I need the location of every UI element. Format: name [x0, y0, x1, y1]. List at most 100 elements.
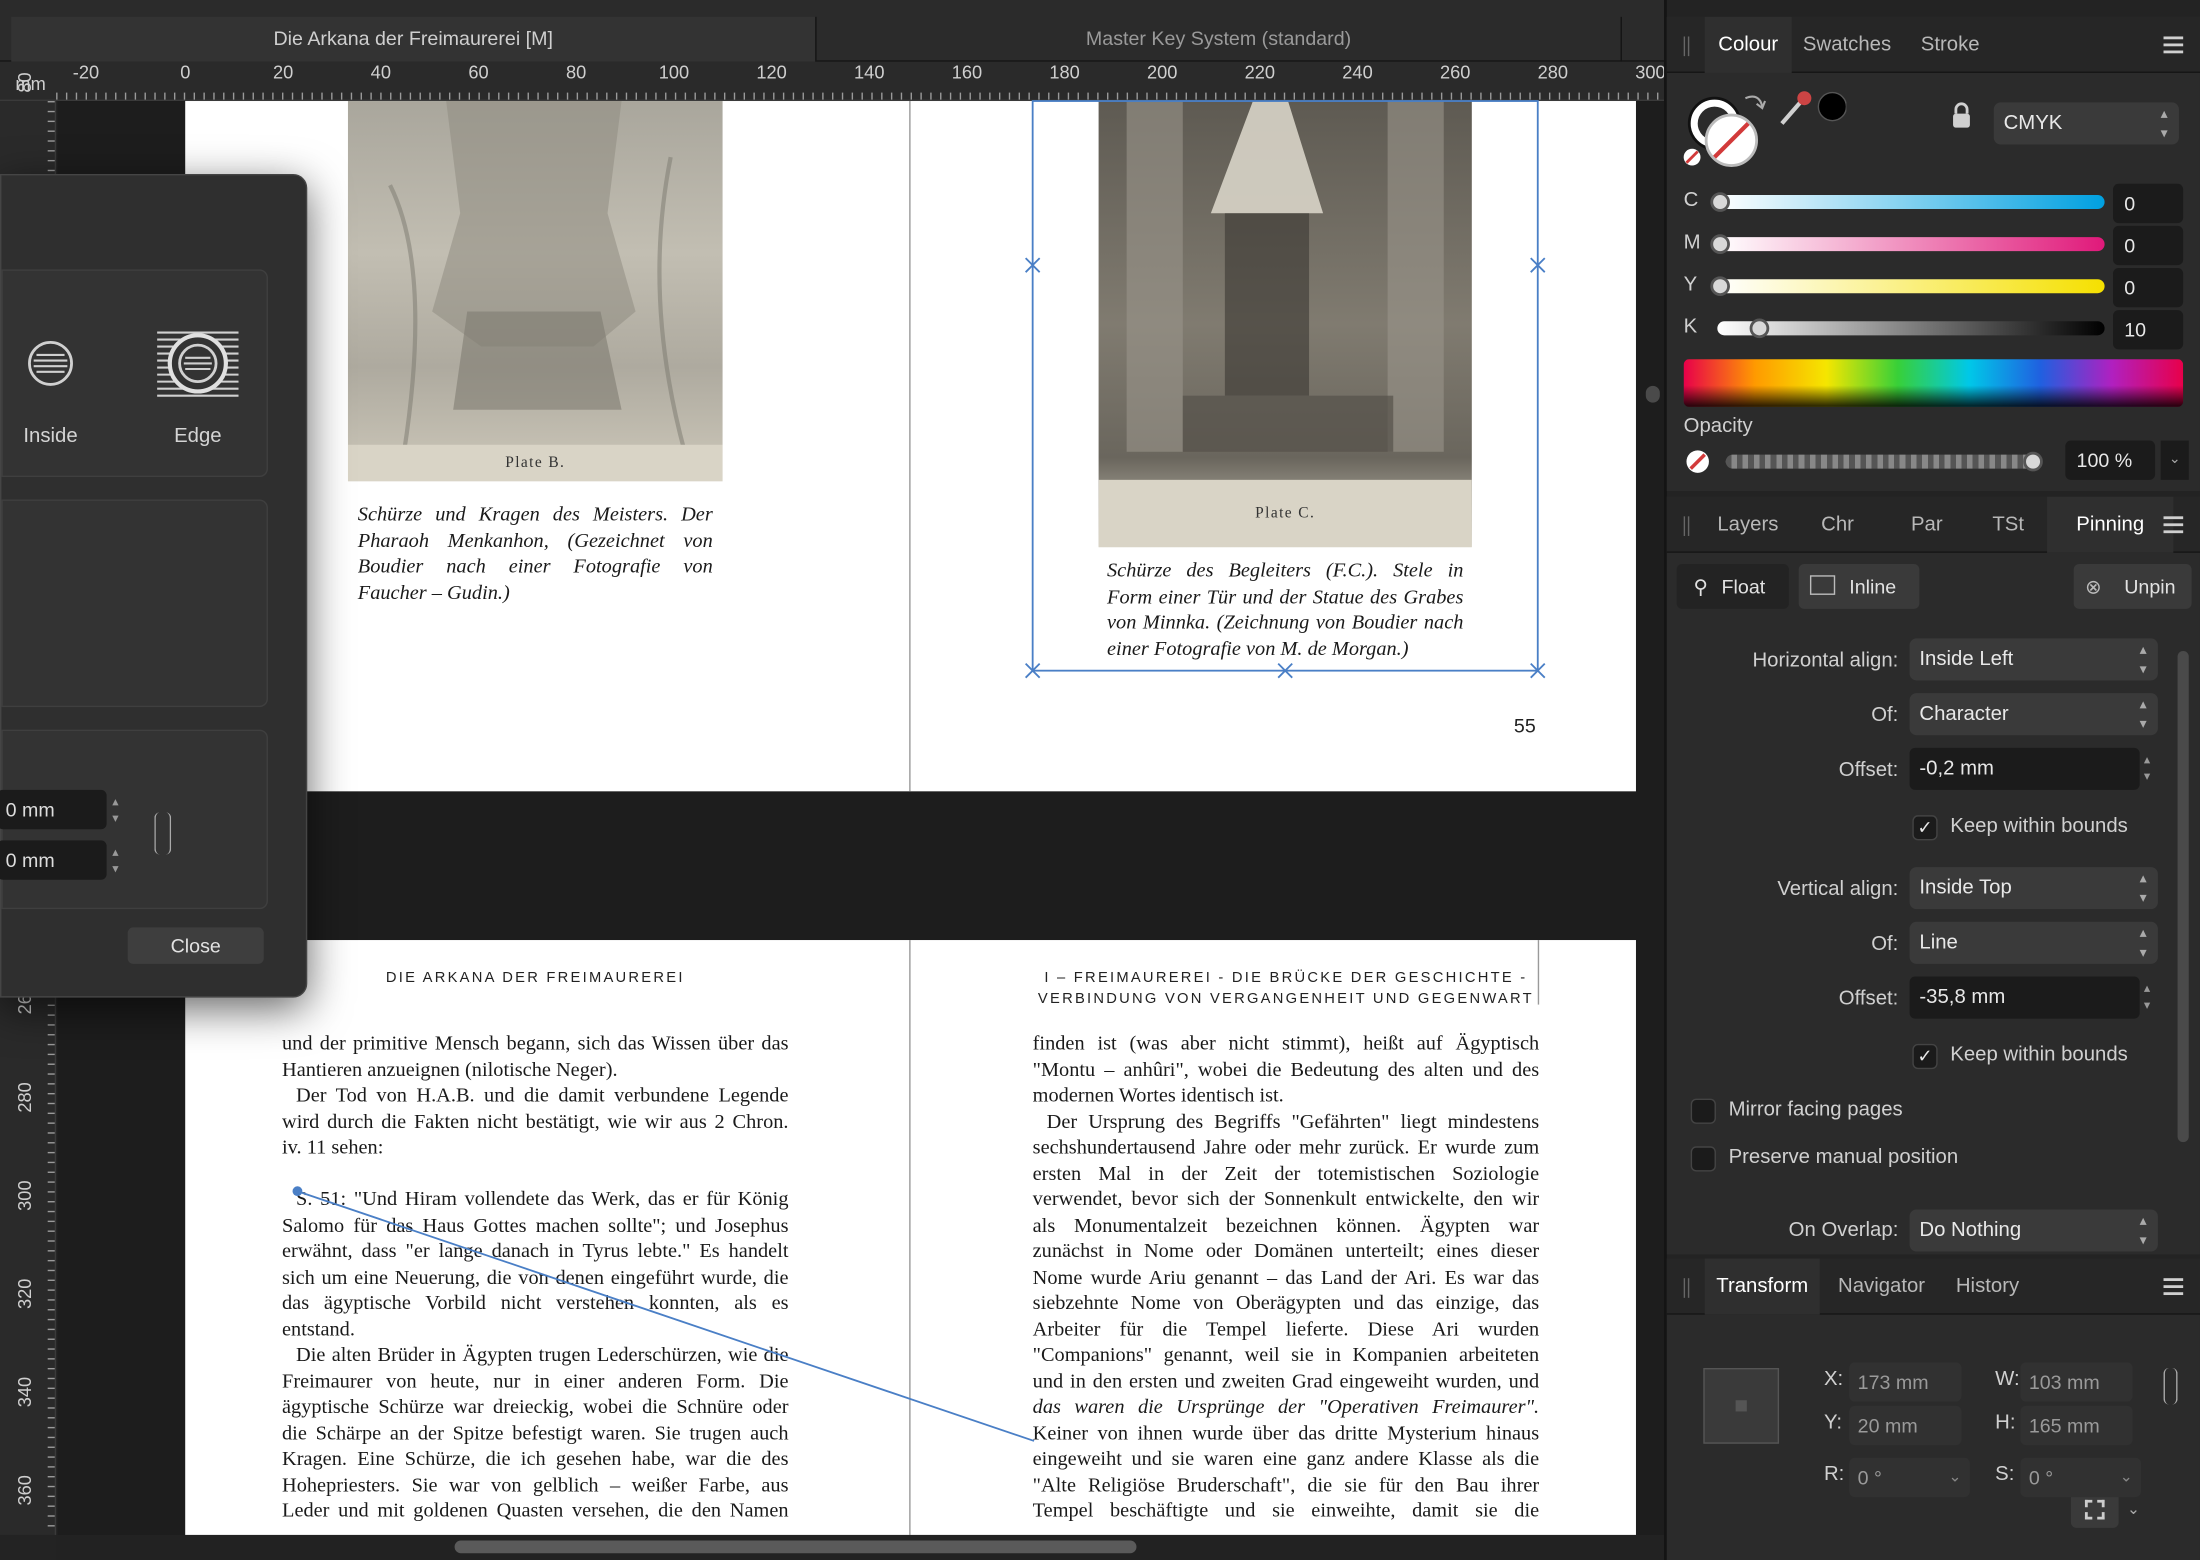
- doc-tab-master-key[interactable]: Master Key System (standard): [817, 16, 1622, 62]
- pinning-vertical-select[interactable]: Inside Top ▴ ▾: [1909, 867, 2158, 910]
- tab-navigator[interactable]: Navigator: [1838, 1259, 1925, 1315]
- horizontal-ruler[interactable]: mm -20 0 20 40 60 80 100 120 140 160 180 200 220 240 2…: [0, 61, 1666, 102]
- pinning-row-label: Of:: [1871, 933, 1899, 956]
- ruler-tick: [331, 92, 333, 100]
- transform-panel-tabs: Transform Navigator History: [1666, 1258, 2200, 1315]
- horizontal-scrollbar-thumb[interactable]: [454, 1540, 1137, 1554]
- tab-tst[interactable]: TSt: [1992, 497, 2024, 553]
- ruler-tick-label: 120: [756, 61, 787, 83]
- ruler-tick: [1057, 92, 1060, 100]
- close-button[interactable]: Close: [127, 927, 264, 964]
- keep-within-bounds-checkbox[interactable]: ✓: [1912, 1043, 1938, 1070]
- pinning-scrollbar[interactable]: [2177, 651, 2189, 1143]
- horizontal-scrollbar-track[interactable]: [56, 1534, 1665, 1560]
- channel-slider-knob[interactable]: [1749, 318, 1769, 339]
- pinning-offset-input[interactable]: -35,8 mm: [1909, 976, 2140, 1019]
- ruler-tick: [1637, 92, 1639, 100]
- channel-slider-knob[interactable]: [1710, 192, 1730, 212]
- stepper-icon[interactable]: ▴ ▾: [2144, 751, 2161, 785]
- ruler-tick-label: 340: [14, 1376, 36, 1408]
- channel-slider-knob[interactable]: [1710, 234, 1730, 254]
- colour-model-select[interactable]: CMYK ▴ ▾: [1993, 102, 2179, 145]
- panel-grip-icon[interactable]: [1683, 516, 1690, 536]
- transform-field-w[interactable]: 103 mm: [2020, 1362, 2133, 1402]
- channel-value-c[interactable]: 0: [2113, 183, 2184, 224]
- pinning-offset-input[interactable]: -0,2 mm: [1909, 747, 2140, 790]
- opacity-slider-knob[interactable]: [2023, 451, 2043, 472]
- channel-slider-knob[interactable]: [1710, 276, 1730, 297]
- panel-grip-icon[interactable]: [1683, 1278, 1690, 1298]
- selection-bounding-box[interactable]: [1024, 100, 1546, 679]
- opacity-none-icon[interactable]: [1686, 450, 1709, 473]
- pinning-vertical-select[interactable]: Line ▴ ▾: [1909, 921, 2158, 964]
- ruler-tick: [47, 1318, 55, 1321]
- channel-value-m[interactable]: 0: [2113, 225, 2184, 266]
- transform-field-s[interactable]: 0 ° ⌄: [2020, 1457, 2142, 1498]
- pinning-horizontal-select[interactable]: Inside Left ▴ ▾: [1909, 638, 2158, 681]
- panel-splitter-handle[interactable]: [1645, 385, 1660, 403]
- colour-spectrum[interactable]: [1683, 359, 2184, 407]
- plate-b-caption[interactable]: Schürze und Kragen des Meisters. Der Pha…: [358, 502, 713, 606]
- keep-within-bounds-checkbox[interactable]: ✓: [1912, 815, 1938, 841]
- stepper-1-icon[interactable]: ▴ ▾: [112, 793, 118, 827]
- on-overlap-label: On Overlap:: [1788, 1219, 1899, 1242]
- anchor-point-selector[interactable]: [1703, 1367, 1780, 1444]
- link-dimensions-icon[interactable]: [154, 812, 172, 855]
- tab-history[interactable]: History: [1956, 1259, 2019, 1315]
- panel-menu-icon[interactable]: [2163, 516, 2184, 534]
- link-wh-icon[interactable]: [2163, 1367, 2178, 1405]
- stroke-width-field[interactable]: 0 mm: [0, 789, 107, 830]
- opacity-dropdown-icon[interactable]: ⌄: [2160, 440, 2189, 480]
- tab-chr[interactable]: Chr: [1821, 497, 1854, 553]
- ruler-tick: [419, 92, 421, 100]
- ruler-tick: [47, 1269, 55, 1272]
- channel-value-y[interactable]: 0: [2113, 267, 2184, 308]
- inline-mode-button[interactable]: Inline: [1798, 564, 1920, 609]
- tab-pinning[interactable]: Pinning: [2047, 496, 2174, 553]
- ruler-tick: [47, 1259, 55, 1262]
- tab-transform[interactable]: Transform: [1704, 1258, 1820, 1315]
- transform-field-y[interactable]: 20 mm: [1849, 1405, 1962, 1446]
- float-mode-button[interactable]: ⚲ Float: [1676, 564, 1789, 609]
- ruler-tick: [1028, 92, 1030, 100]
- stepper-icon[interactable]: ▴ ▾: [2144, 979, 2161, 1013]
- stroke-edge-option[interactable]: [154, 324, 241, 408]
- transform-field-r[interactable]: 0 ° ⌄: [1849, 1457, 1970, 1498]
- plate-b-image[interactable]: Plate B.: [347, 101, 723, 482]
- colour-picker-icon[interactable]: [1776, 87, 1847, 129]
- stepper-2-icon[interactable]: ▴ ▾: [112, 843, 118, 877]
- transform-label-x: X:: [1823, 1367, 1844, 1391]
- tab-layers[interactable]: Layers: [1717, 497, 1778, 553]
- preserve-manual-position-checkbox[interactable]: [1690, 1146, 1716, 1172]
- ruler-tick: [203, 92, 205, 100]
- channel-slider-k[interactable]: [1717, 318, 2105, 339]
- panel-menu-icon[interactable]: [2163, 36, 2184, 54]
- ruler-tick: [95, 92, 97, 100]
- unpin-button[interactable]: ⊗ Unpin: [2073, 564, 2192, 609]
- lock-icon[interactable]: [1950, 101, 1972, 129]
- ruler-tick: [134, 92, 137, 100]
- stroke-size-group: 0 mm ▴ ▾ 0 mm ▴ ▾: [0, 729, 268, 910]
- panel-menu-icon[interactable]: [2163, 1278, 2184, 1296]
- opacity-value[interactable]: 100 %: [2065, 440, 2156, 480]
- tab-stroke[interactable]: Stroke: [1921, 17, 1980, 73]
- channel-value-k[interactable]: 10: [2113, 310, 2184, 350]
- panel-grip-icon[interactable]: [1683, 36, 1690, 57]
- channel-slider-c[interactable]: [1710, 192, 2105, 212]
- opacity-slider[interactable]: [1725, 451, 2043, 472]
- stroke-height-field[interactable]: 0 mm: [0, 840, 107, 880]
- channel-slider-m[interactable]: [1710, 234, 2105, 254]
- tab-colour[interactable]: Colour: [1704, 16, 1792, 73]
- pinning-horizontal-select[interactable]: Character ▴ ▾: [1909, 693, 2158, 736]
- channel-slider-y[interactable]: [1710, 276, 2105, 297]
- transform-field-x[interactable]: 173 mm: [1849, 1362, 1962, 1402]
- stroke-options-dialog: Inside Edge 0 mm ▴ ▾ 0 mm ▴ ▾ Close: [0, 173, 308, 998]
- transform-field-h[interactable]: 165 mm: [2020, 1405, 2133, 1446]
- tab-swatches[interactable]: Swatches: [1803, 17, 1891, 73]
- mirror-facing-pages-checkbox[interactable]: [1690, 1098, 1716, 1124]
- tab-par[interactable]: Par: [1911, 497, 1943, 553]
- on-overlap-select[interactable]: Do Nothing ▴ ▾: [1909, 1209, 2158, 1252]
- mirror-facing-pages-label: Mirror facing pages: [1728, 1098, 1903, 1122]
- doc-tab-arkana[interactable]: Die Arkana der Freimaurerei [M]: [11, 16, 817, 62]
- stroke-inside-option[interactable]: [20, 335, 82, 397]
